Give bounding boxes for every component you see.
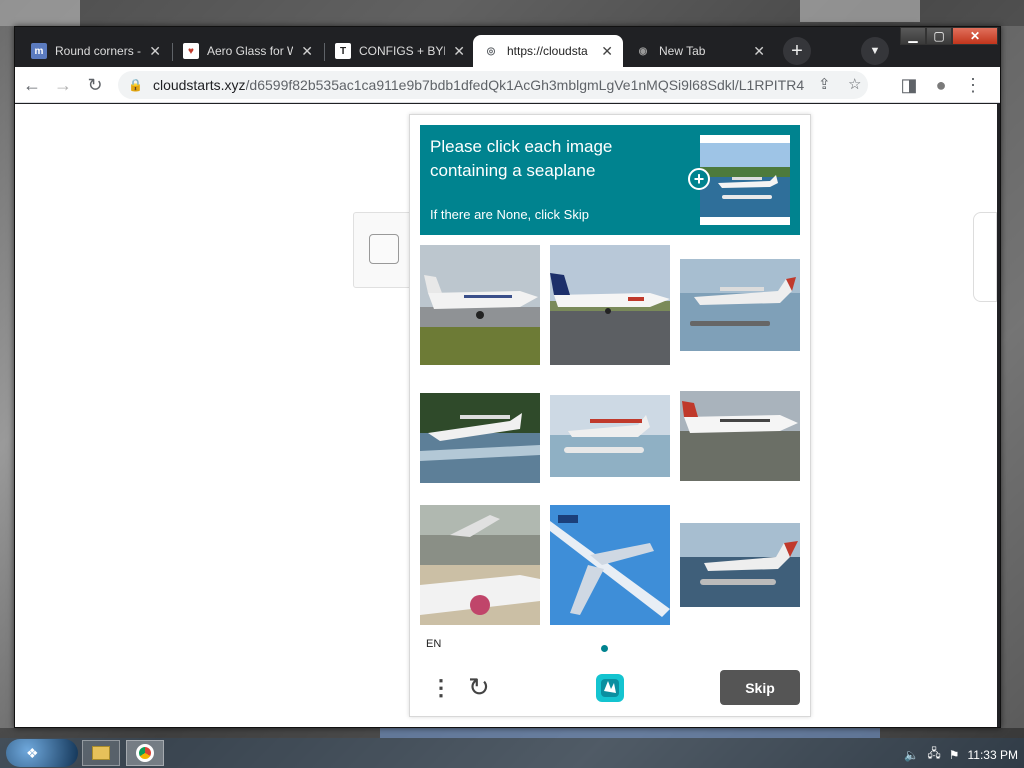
example-image[interactable]: + [688, 135, 790, 225]
tab-strip: m Round corners - ✕ ♥ Aero Glass for W ✕… [15, 27, 1000, 67]
taskbar: ❖ 🔈 🖧 ⚑ 11:33 PM [0, 738, 1024, 768]
seaplane-floats-image [550, 375, 670, 495]
url-host: cloudstarts.xyz [152, 77, 246, 93]
prompt-line-2: containing a seaplane [430, 161, 596, 180]
tab-favicon-icon: ♥ [183, 43, 199, 59]
challenge-image-6[interactable] [680, 375, 800, 495]
hcaptcha-challenge: Please click each image containing a sea… [409, 114, 811, 717]
challenge-image-5[interactable] [550, 375, 670, 495]
tab-title: Round corners - [55, 44, 142, 58]
airliner-in-sky-image [550, 505, 670, 625]
action-center-icon[interactable]: ⚑ [949, 748, 960, 762]
tab-aero-glass[interactable]: ♥ Aero Glass for W ✕ [173, 35, 323, 67]
tab-favicon-icon: T [335, 43, 351, 59]
close-icon[interactable]: ✕ [753, 43, 765, 60]
side-widget [973, 212, 997, 302]
challenge-image-9[interactable] [680, 505, 800, 625]
globe-icon: ◎ [486, 45, 496, 57]
minimize-button[interactable]: ▁ [900, 27, 926, 45]
clock-time[interactable]: 11:33 PM [968, 748, 1018, 762]
seaplane-on-water-image [680, 505, 800, 625]
tab-search-button[interactable]: ▼ [861, 37, 889, 65]
challenge-image-8[interactable] [550, 505, 670, 625]
close-window-button[interactable]: ✕ [952, 27, 998, 45]
close-icon[interactable]: ✕ [453, 43, 465, 60]
tab-new-tab[interactable]: ◉ New Tab ✕ [625, 35, 775, 67]
tab-cloudstarts[interactable]: ◎ https://cloudsta ✕ [473, 35, 623, 67]
network-icon[interactable]: 🖧 [927, 744, 940, 765]
volume-muted-icon[interactable]: 🔈 [904, 748, 919, 762]
chrome-icon: ◉ [638, 45, 648, 57]
browser-toolbar: ← → ↻ 🔒 cloudstarts.xyz/d6599f82b535ac1c… [15, 67, 1000, 103]
share-icon[interactable]: ⇪ [818, 75, 831, 93]
chrome-taskbar-button[interactable] [126, 740, 164, 766]
url-path: /d6599f82b535ac1ca911e9b7bdb1dfedQk1AcGh… [245, 77, 805, 93]
airliner-landing-image [420, 505, 540, 625]
refresh-challenge-icon[interactable]: ↻ [468, 672, 490, 703]
system-tray: 🔈 🖧 ⚑ 11:33 PM [904, 744, 1018, 765]
folder-icon [92, 746, 110, 760]
side-panel-icon[interactable]: ◨ [897, 73, 921, 97]
chrome-icon [136, 744, 154, 762]
tab-title: https://cloudsta [507, 44, 588, 58]
page-viewport: Please click each image containing a sea… [15, 104, 997, 727]
tab-title: New Tab [659, 44, 706, 58]
browser-window: m Round corners - ✕ ♥ Aero Glass for W ✕… [14, 26, 1001, 728]
explorer-taskbar-button[interactable] [82, 740, 120, 766]
lock-icon[interactable]: 🔒 [128, 78, 143, 92]
windows-logo-icon: ❖ [26, 745, 39, 761]
page-indicator-dot [601, 645, 608, 652]
tab-round-corners[interactable]: m Round corners - ✕ [21, 35, 171, 67]
close-icon[interactable]: ✕ [601, 43, 613, 60]
example-seaplane-image [700, 143, 790, 217]
seaplane-takeoff-image [420, 375, 540, 495]
challenge-image-3[interactable] [680, 245, 800, 365]
profile-avatar-icon[interactable]: ● [929, 73, 953, 97]
challenge-image-2[interactable] [550, 245, 670, 365]
challenge-image-4[interactable] [420, 375, 540, 495]
tab-title: Aero Glass for W [207, 44, 294, 58]
close-icon[interactable]: ✕ [301, 43, 313, 60]
challenge-menu-icon[interactable]: ⋮ [430, 675, 452, 701]
challenge-image-7[interactable] [420, 505, 540, 625]
challenge-prompt: Please click each image containing a sea… [420, 125, 800, 235]
hcaptcha-anchor [353, 212, 413, 288]
maximize-button[interactable]: ▢ [926, 27, 952, 45]
new-tab-button[interactable]: + [783, 37, 811, 65]
start-button[interactable]: ❖ [6, 739, 78, 767]
prompt-line-1: Please click each image [430, 137, 613, 156]
plane-on-grass-image [680, 375, 800, 495]
jet-on-runway-image [420, 245, 540, 365]
close-icon[interactable]: ✕ [149, 43, 161, 60]
prompt-text: Please click each image containing a sea… [430, 135, 670, 183]
kebab-menu-icon[interactable]: ⋮ [961, 73, 985, 97]
skip-button[interactable]: Skip [720, 670, 800, 705]
expand-example-icon[interactable]: + [688, 168, 710, 190]
reload-icon[interactable]: ↻ [83, 73, 107, 97]
tab-favicon-icon: m [31, 43, 47, 59]
bookmark-star-icon[interactable]: ☆ [848, 75, 861, 93]
hcaptcha-logo-icon[interactable] [593, 671, 627, 705]
language-selector[interactable]: EN [426, 638, 441, 650]
back-icon[interactable]: ← [20, 73, 44, 97]
challenge-image-1[interactable] [420, 245, 540, 365]
tab-configs[interactable]: T CONFIGS + BYPA ✕ [325, 35, 475, 67]
hcaptcha-checkbox[interactable] [369, 234, 399, 264]
tab-title: CONFIGS + BYPA [359, 44, 445, 58]
forward-icon[interactable]: → [51, 73, 75, 97]
jet-taxiing-image [550, 245, 670, 365]
seaplane-on-water-image [680, 245, 800, 365]
prompt-subtext: If there are None, click Skip [430, 207, 589, 222]
address-bar[interactable]: 🔒 cloudstarts.xyz/d6599f82b535ac1ca911e9… [118, 71, 868, 99]
